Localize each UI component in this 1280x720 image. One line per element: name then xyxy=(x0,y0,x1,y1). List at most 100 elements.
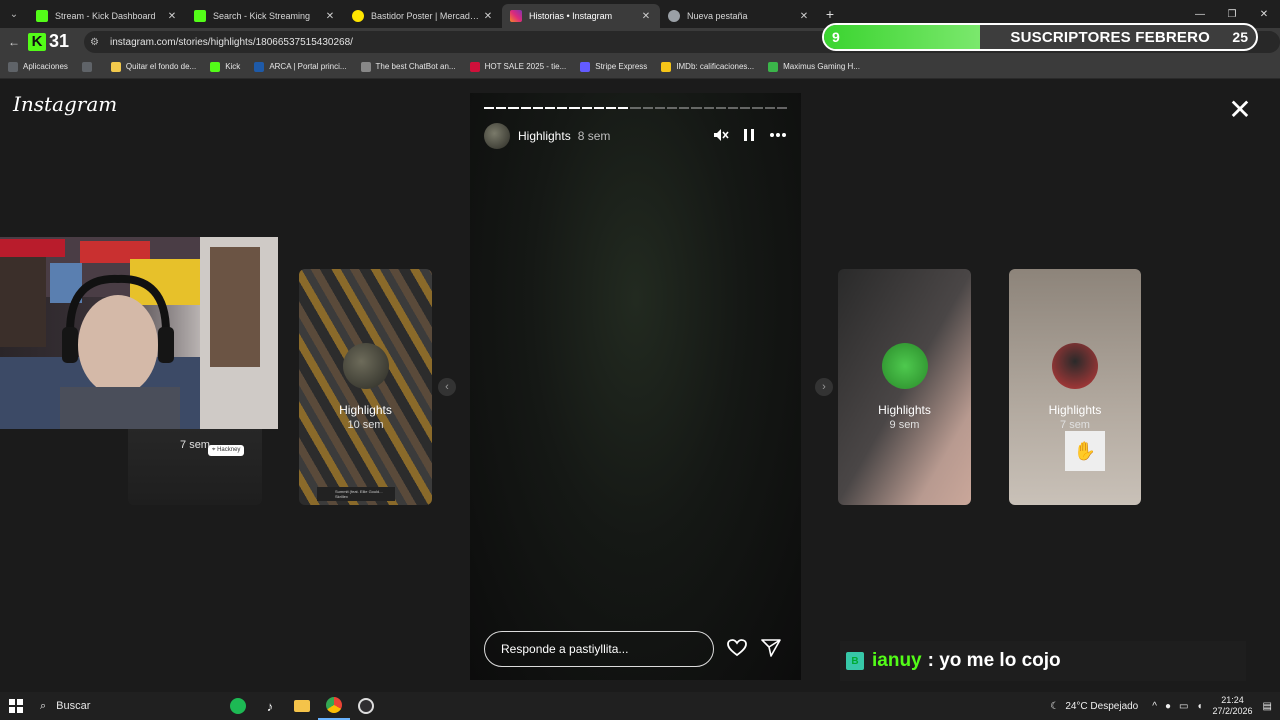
tab-kick-search[interactable]: Search - Kick Streaming ✕ xyxy=(186,4,344,28)
progress-segment xyxy=(728,107,739,109)
tab-search-icon[interactable]: ⌄ xyxy=(0,0,28,28)
bookmark-label: Aplicaciones xyxy=(23,62,68,71)
back-icon[interactable]: ← xyxy=(0,35,28,49)
music-sticker: Summit (feat. Ellie Gould... Skrillex xyxy=(317,487,395,501)
clock[interactable]: 21:24 27/2/2026 xyxy=(1213,695,1253,717)
close-icon[interactable]: ✕ xyxy=(798,11,810,22)
story-main[interactable]: Highlights 8 sem Responde a pastiyllita.… xyxy=(470,93,801,680)
sub-goal-target: 25 xyxy=(1232,29,1248,45)
bookmark-item[interactable]: The best ChatBot an... xyxy=(360,61,456,72)
chrome-icon[interactable] xyxy=(318,692,350,720)
progress-segment xyxy=(715,107,727,109)
progress-segment xyxy=(581,107,592,109)
pause-icon[interactable] xyxy=(743,128,755,145)
bookmark-item[interactable]: ARCA | Portal princi... xyxy=(254,61,347,72)
chatbot-icon xyxy=(360,61,371,72)
bookmark-label: The best ChatBot an... xyxy=(375,62,456,71)
bookmark-label: Stripe Express xyxy=(595,62,648,71)
close-window-icon[interactable]: ✕ xyxy=(1248,0,1280,28)
spotify-icon[interactable] xyxy=(222,692,254,720)
microphone-icon[interactable]: ● xyxy=(1165,701,1171,712)
grid-icon xyxy=(81,61,92,72)
close-icon[interactable]: ✕ xyxy=(1226,96,1254,124)
remove-bg-icon xyxy=(110,61,121,72)
bookmark-label: HOT SALE 2025 - tie... xyxy=(484,62,567,71)
close-icon[interactable]: ✕ xyxy=(324,11,336,22)
story-username[interactable]: Highlights xyxy=(518,129,571,143)
reply-actions xyxy=(727,639,781,662)
close-icon[interactable]: ✕ xyxy=(482,11,494,22)
heart-icon[interactable] xyxy=(727,639,747,662)
bookmark-item[interactable]: Aplicaciones xyxy=(8,61,68,72)
kick-icon xyxy=(210,61,221,72)
progress-segment xyxy=(679,107,690,109)
site-info-icon[interactable]: ⚙ xyxy=(90,37,104,48)
progress-segment xyxy=(740,107,751,109)
new-tab-button[interactable]: + xyxy=(818,6,842,22)
reply-input[interactable]: Responde a pastiyllita... xyxy=(484,631,714,667)
volume-icon[interactable]: ◖ xyxy=(1196,701,1202,712)
close-icon[interactable]: ✕ xyxy=(640,11,652,22)
mute-icon[interactable] xyxy=(713,128,729,145)
story-header: Highlights 8 sem xyxy=(484,123,787,149)
instagram-icon xyxy=(510,10,522,22)
screen: ⌄ Stream - Kick Dashboard ✕ Search - Kic… xyxy=(0,0,1280,720)
search-icon: ⌕ xyxy=(40,699,47,712)
tab-title: Stream - Kick Dashboard xyxy=(55,11,156,21)
obs-icon[interactable] xyxy=(350,692,382,720)
more-icon[interactable] xyxy=(769,128,787,145)
webcam-overlay xyxy=(0,237,278,429)
progress-segment xyxy=(508,107,519,109)
taskbar: ⌕ Buscar ♪ ☾ 24°C Despejado ^ ● ▭ ◖ 21:2… xyxy=(0,692,1280,720)
maximus-icon xyxy=(768,61,779,72)
story-thumb-name: Highlights xyxy=(339,403,392,417)
story-thumb[interactable]: Highlights 9 sem xyxy=(838,269,971,505)
taskbar-search[interactable]: ⌕ Buscar xyxy=(32,692,222,720)
imdb-icon xyxy=(661,61,672,72)
close-icon[interactable]: ✕ xyxy=(166,11,178,22)
praying-hands-icon: ✋ xyxy=(1065,431,1105,471)
bookmark-item[interactable]: HOT SALE 2025 - tie... xyxy=(469,61,567,72)
story-thumb[interactable]: Highlights 10 sem Summit (feat. Ellie Go… xyxy=(299,269,432,505)
progress-segment xyxy=(557,107,568,109)
bookmark-item[interactable]: Stripe Express xyxy=(580,61,648,72)
previous-story-button[interactable]: ‹ xyxy=(438,378,456,396)
bookmark-item[interactable]: IMDb: calificaciones... xyxy=(661,61,755,72)
story-thumb[interactable]: Highlights 7 sem ✋ xyxy=(1009,269,1141,505)
tab-new[interactable]: Nueva pestaña ✕ xyxy=(660,4,818,28)
bookmark-item[interactable]: Kick xyxy=(210,61,240,72)
story-thumb-avatar xyxy=(1052,343,1098,389)
instagram-logo[interactable]: Instagram xyxy=(13,92,117,116)
progress-segment xyxy=(691,107,702,109)
progress-segment xyxy=(630,107,641,109)
tab-instagram[interactable]: Historias • Instagram ✕ xyxy=(502,4,660,28)
story-thumb-time: 7 sem xyxy=(1060,419,1090,431)
chat-badge-icon: B xyxy=(846,652,864,670)
notifications-icon[interactable]: ▤ xyxy=(1263,701,1272,712)
tab-kick-dashboard[interactable]: Stream - Kick Dashboard ✕ xyxy=(28,4,186,28)
send-icon[interactable] xyxy=(761,639,781,662)
story-thumb-time: 10 sem xyxy=(347,419,384,431)
tiktok-icon[interactable]: ♪ xyxy=(254,692,286,720)
next-story-button[interactable]: › xyxy=(815,378,833,396)
windows-start-icon[interactable] xyxy=(0,692,32,720)
show-hidden-icon[interactable]: ^ xyxy=(1152,701,1157,712)
story-progress xyxy=(484,107,788,109)
kick-overlay-logo: K 31 xyxy=(28,31,69,53)
story-avatar[interactable] xyxy=(484,123,510,149)
bookmark-label: ARCA | Portal princi... xyxy=(269,62,347,71)
sub-goal-current: 9 xyxy=(832,29,840,45)
file-explorer-icon[interactable] xyxy=(286,692,318,720)
tab-mercadolibre[interactable]: Bastidor Poster | MercadoLibre ✕ xyxy=(344,4,502,28)
progress-segment xyxy=(618,107,629,109)
bookmark-item[interactable]: Quitar el fondo de... xyxy=(110,61,196,72)
network-icon[interactable]: ▭ xyxy=(1179,701,1188,712)
bookmark-item[interactable]: Maximus Gaming H... xyxy=(768,61,860,72)
chat-username: ianuy xyxy=(872,650,922,671)
bookmark-item[interactable] xyxy=(81,61,97,72)
bookmark-label: IMDb: calificaciones... xyxy=(676,62,755,71)
apps-icon xyxy=(8,61,18,72)
tab-title: Historias • Instagram xyxy=(529,11,613,21)
story-thumb-name: Highlights xyxy=(878,403,931,417)
weather-text[interactable]: 24°C Despejado xyxy=(1065,701,1138,712)
